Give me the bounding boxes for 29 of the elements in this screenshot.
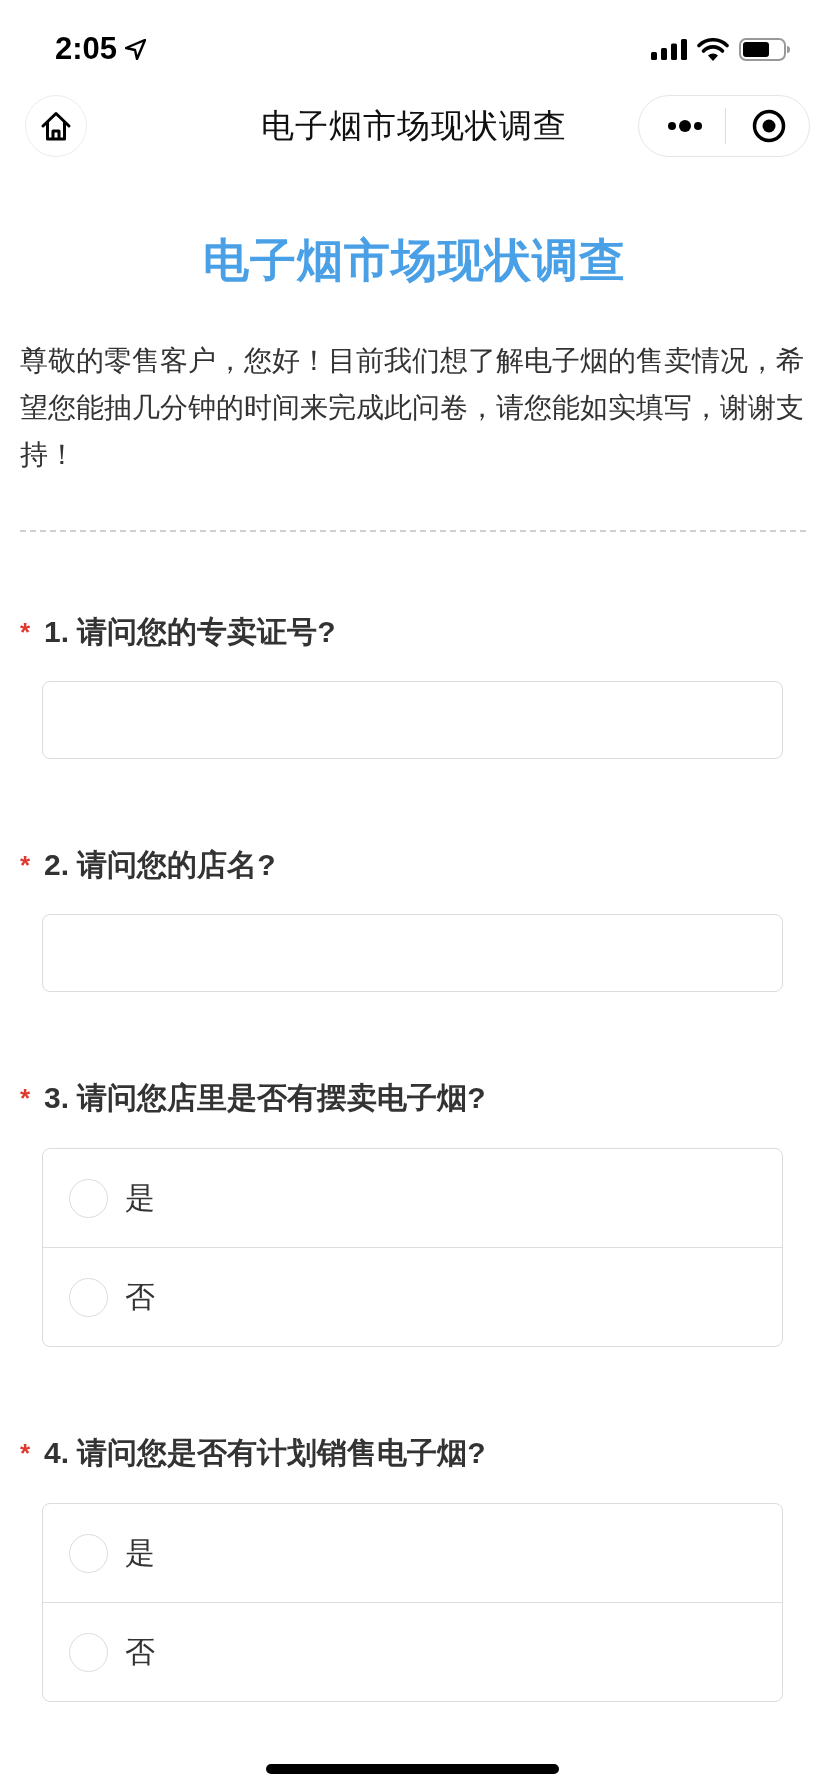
option-label: 是 — [125, 1534, 155, 1571]
radio-button[interactable] — [69, 1178, 108, 1218]
option-label: 否 — [125, 1278, 155, 1315]
option-label: 是 — [125, 1179, 155, 1216]
intro-text: 尊敬的零售客户，您好！目前我们想了解电子烟的售卖情况，希望您能抽几分钟的时间来完成此问卷，请您能如实填写，谢谢支持！ — [20, 344, 805, 472]
signal-icon — [651, 38, 687, 60]
question-text: 4. 请问您是否有计划销售电子烟? — [44, 1435, 486, 1471]
option-label: 否 — [125, 1633, 155, 1670]
wifi-icon — [697, 37, 729, 61]
question-text: 3. 请问您店里是否有摆卖电子烟? — [44, 1080, 486, 1116]
nav-title: 电子烟市场现状调查 — [261, 106, 567, 146]
answer-field[interactable] — [42, 681, 783, 759]
question-text: 1. 请问您的专卖证号? — [44, 614, 336, 650]
required-mark: * — [20, 1082, 32, 1115]
required-mark: * — [20, 616, 32, 649]
question-text: 2. 请问您的店名? — [44, 847, 276, 883]
required-mark: * — [20, 849, 32, 882]
required-mark: * — [20, 1437, 32, 1470]
target-icon[interactable] — [752, 109, 786, 143]
home-icon — [40, 111, 72, 141]
answer-field[interactable] — [42, 914, 783, 992]
location-arrow-icon — [125, 38, 147, 60]
status-time: 2:05 — [55, 32, 118, 66]
more-icon[interactable] — [667, 119, 703, 133]
radio-button[interactable] — [69, 1533, 108, 1573]
battery-icon — [739, 37, 790, 61]
survey-title: 电子烟市场现状调查 — [201, 233, 627, 288]
radio-button[interactable] — [69, 1632, 108, 1672]
radio-button[interactable] — [69, 1277, 108, 1317]
